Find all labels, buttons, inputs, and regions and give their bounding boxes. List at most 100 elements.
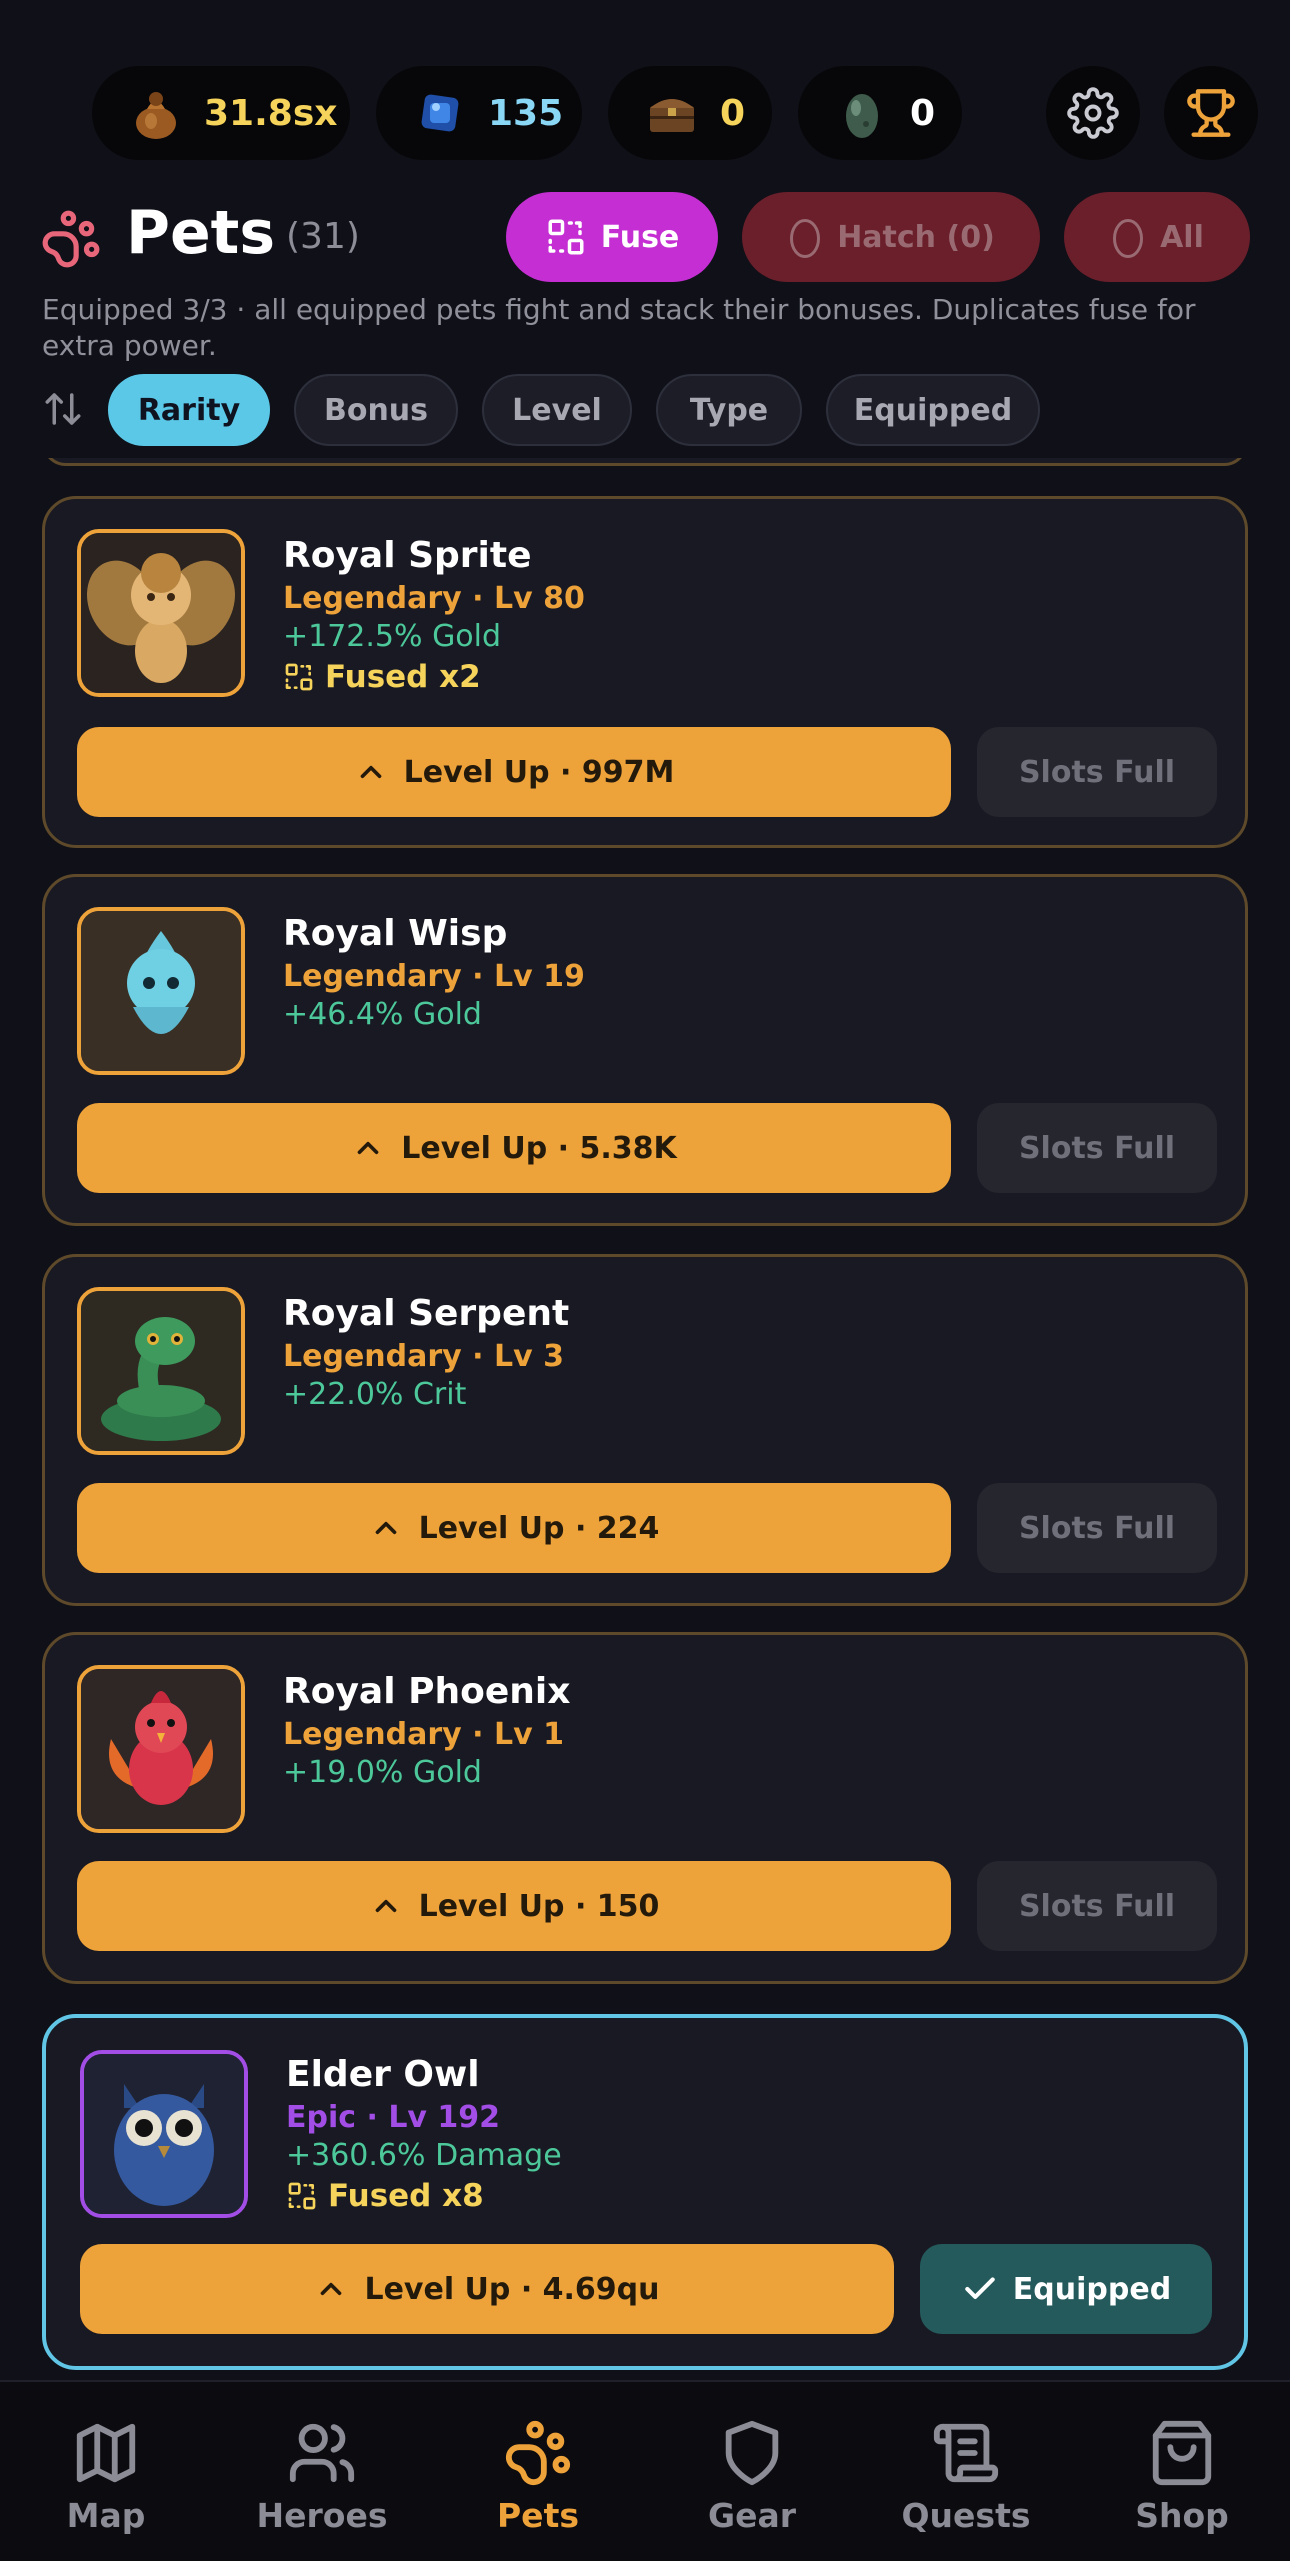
level-up-button[interactable]: Level Up · 4.69qu xyxy=(80,2244,894,2334)
level-up-button[interactable]: Level Up · 150 xyxy=(77,1861,951,1951)
egg-outline-icon xyxy=(790,219,821,258)
shield-icon xyxy=(725,2420,779,2486)
sort-bar: Rarity Bonus Level Type Equipped xyxy=(0,374,1290,446)
chevron-up-icon xyxy=(357,1141,379,1155)
page-title: Pets xyxy=(126,198,276,268)
slots-full-button[interactable]: Slots Full xyxy=(977,727,1217,817)
pet-card-partial xyxy=(42,458,1248,466)
equipped-label: Equipped xyxy=(1012,2271,1172,2307)
nav-label: Pets xyxy=(497,2496,579,2535)
achievements-button[interactable] xyxy=(1164,66,1258,160)
pet-name: Royal Sprite xyxy=(283,535,532,576)
nav-label: Shop xyxy=(1135,2496,1229,2535)
trophy-icon xyxy=(1187,89,1235,137)
equipped-info-text: Equipped 3/3 · all equipped pets fight a… xyxy=(42,293,1196,362)
pets-header: Pets (31) Fuse Hatch (0) All xyxy=(0,192,1290,288)
gem-icon xyxy=(412,85,468,141)
hatch-all-button[interactable]: All xyxy=(1064,192,1250,282)
slots-full-button[interactable]: Slots Full xyxy=(977,1103,1217,1193)
pet-card[interactable]: Royal Sprite Legendary · Lv 80 +172.5% G… xyxy=(42,496,1248,848)
pet-portrait-royal-phoenix xyxy=(77,1665,245,1833)
gems-counter[interactable]: 135 xyxy=(376,66,582,160)
pet-bonus: +172.5% Gold xyxy=(283,619,502,654)
sort-chip-bonus[interactable]: Bonus xyxy=(294,374,458,446)
pet-count: (31) xyxy=(286,216,360,257)
pet-card[interactable]: Royal Serpent Legendary · Lv 3 +22.0% Cr… xyxy=(42,1254,1248,1606)
pet-card[interactable]: Royal Phoenix Legendary · Lv 1 +19.0% Go… xyxy=(42,1632,1248,1984)
fuse-button[interactable]: Fuse xyxy=(506,192,718,282)
chests-counter[interactable]: 0 xyxy=(608,66,772,160)
hatch-button[interactable]: Hatch (0) xyxy=(742,192,1040,282)
chests-value: 0 xyxy=(720,92,746,134)
gold-value: 31.8sx xyxy=(204,92,338,134)
pet-fused-count: Fused x2 xyxy=(283,659,481,695)
pet-rarity-level: Epic · Lv 192 xyxy=(286,2100,501,2135)
bottom-nav: Map Heroes Pets Gear Quests Shop xyxy=(0,2380,1290,2561)
pet-name: Royal Phoenix xyxy=(283,1671,571,1712)
sort-chip-equipped[interactable]: Equipped xyxy=(826,374,1040,446)
pet-bonus: +19.0% Gold xyxy=(283,1755,482,1790)
level-up-button[interactable]: Level Up · 224 xyxy=(77,1483,951,1573)
level-up-label: Level Up · 5.38K xyxy=(401,1130,677,1166)
fused-label: Fused x2 xyxy=(325,659,481,695)
pet-rarity-level: Legendary · Lv 80 xyxy=(283,581,585,616)
pet-list[interactable]: Royal Sprite Legendary · Lv 80 +172.5% G… xyxy=(0,458,1290,2378)
pet-portrait-royal-sprite xyxy=(77,529,245,697)
level-up-label: Level Up · 997M xyxy=(403,754,675,790)
chevron-up-icon xyxy=(360,765,381,779)
nav-quests[interactable]: Quests xyxy=(866,2418,1066,2535)
nav-heroes[interactable]: Heroes xyxy=(222,2418,422,2535)
gold-bag-icon xyxy=(128,85,184,141)
level-up-button[interactable]: Level Up · 5.38K xyxy=(77,1103,951,1193)
level-up-button[interactable]: Level Up · 997M xyxy=(77,727,951,817)
pet-card-equipped[interactable]: Elder Owl Epic · Lv 192 +360.6% Damage F… xyxy=(42,2014,1248,2370)
nav-map[interactable]: Map xyxy=(6,2418,206,2535)
slots-full-button[interactable]: Slots Full xyxy=(977,1483,1217,1573)
nav-label: Gear xyxy=(707,2496,796,2535)
chevron-up-icon xyxy=(375,1899,396,1913)
settings-button[interactable] xyxy=(1046,66,1140,160)
gems-value: 135 xyxy=(488,92,564,134)
chest-icon xyxy=(644,85,700,141)
gear-icon xyxy=(1067,87,1119,139)
fused-label: Fused x8 xyxy=(328,2178,484,2214)
sort-chip-rarity[interactable]: Rarity xyxy=(108,374,270,446)
slots-full-button[interactable]: Slots Full xyxy=(977,1861,1217,1951)
gold-counter[interactable]: 31.8sx xyxy=(92,66,350,160)
scroll-icon xyxy=(933,2423,999,2483)
eggs-counter[interactable]: 0 xyxy=(798,66,962,160)
pet-fused-count: Fused x8 xyxy=(286,2178,484,2214)
paw-icon xyxy=(505,2420,571,2486)
pet-card[interactable]: Royal Wisp Legendary · Lv 19 +46.4% Gold… xyxy=(42,874,1248,1226)
users-icon xyxy=(289,2423,355,2483)
pet-bonus: +22.0% Crit xyxy=(283,1377,467,1412)
nav-label: Heroes xyxy=(256,2496,388,2535)
sort-icon xyxy=(45,393,81,425)
pet-rarity-level: Legendary · Lv 19 xyxy=(283,959,585,994)
check-icon xyxy=(965,2277,995,2299)
nav-label: Map xyxy=(66,2496,146,2535)
map-icon xyxy=(76,2423,136,2483)
nav-gear[interactable]: Gear xyxy=(652,2418,852,2535)
pet-bonus: +46.4% Gold xyxy=(283,997,482,1032)
pet-portrait-elder-owl xyxy=(80,2050,248,2218)
level-up-label: Level Up · 4.69qu xyxy=(364,2271,660,2307)
fuse-icon xyxy=(548,219,584,255)
equipped-button[interactable]: Equipped xyxy=(920,2244,1212,2334)
pet-portrait-royal-serpent xyxy=(77,1287,245,1455)
pet-portrait-royal-wisp xyxy=(77,907,245,1075)
pet-rarity-level: Legendary · Lv 1 xyxy=(283,1717,564,1752)
sort-chip-level[interactable]: Level xyxy=(482,374,632,446)
sort-chip-type[interactable]: Type xyxy=(656,374,802,446)
hatch-label: Hatch (0) xyxy=(837,219,995,255)
resource-bar: 31.8sx 135 0 0 xyxy=(0,66,1290,160)
level-up-label: Level Up · 150 xyxy=(418,1888,660,1924)
nav-label: Quests xyxy=(901,2496,1031,2535)
level-up-label: Level Up · 224 xyxy=(418,1510,660,1546)
nav-shop[interactable]: Shop xyxy=(1082,2418,1282,2535)
egg-icon xyxy=(834,85,890,141)
nav-pets[interactable]: Pets xyxy=(438,2418,638,2535)
pet-name: Royal Serpent xyxy=(283,1293,570,1334)
fuse-icon xyxy=(285,663,313,691)
pet-bonus: +360.6% Damage xyxy=(286,2138,562,2173)
